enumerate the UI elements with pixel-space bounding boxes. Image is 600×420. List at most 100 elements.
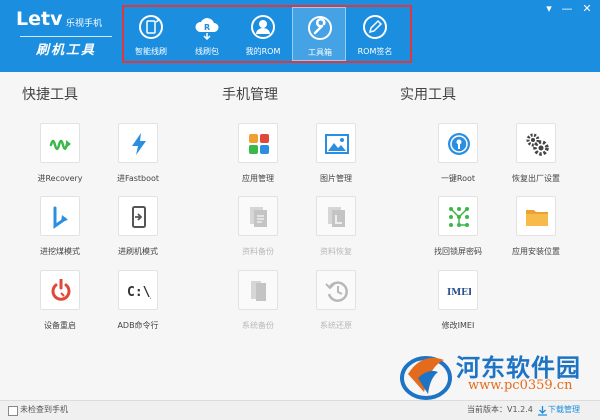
download-icon	[538, 406, 547, 416]
section-title-phone: 手机管理	[222, 87, 278, 103]
menu-button[interactable]: ▾	[541, 3, 557, 15]
tool-install-location[interactable]: 应用安装位置	[496, 196, 576, 270]
tool-icon-box	[238, 270, 278, 310]
tool-icon-box	[516, 196, 556, 236]
phone-status-label: 未检查到手机	[20, 405, 68, 414]
tool-app-management[interactable]: 应用管理	[218, 123, 298, 197]
tool-icon-box	[118, 196, 158, 236]
tool-modify-imei[interactable]: IMEI 修改IMEI	[418, 270, 498, 344]
nav-label: ROM签名	[357, 47, 393, 56]
tool-data-restore[interactable]: 资料恢复	[296, 196, 376, 270]
image-icon	[325, 134, 349, 154]
tool-label: 应用安装位置	[512, 247, 560, 256]
system-restore-icon	[325, 281, 348, 302]
tool-label: 应用管理	[242, 174, 274, 183]
wrench-icon	[308, 16, 332, 40]
user-icon	[251, 15, 275, 39]
root-lock-icon	[448, 133, 470, 155]
tool-label: 系统备份	[242, 321, 274, 330]
tool-recovery[interactable]: 进Recovery	[20, 123, 100, 197]
nav-label: 智能线刷	[135, 47, 167, 56]
tool-label: 找回锁屏密码	[434, 247, 482, 256]
nav-flash-package[interactable]: R 线刷包	[180, 7, 234, 61]
flash-mode-icon	[132, 206, 146, 228]
apps-icon	[249, 134, 269, 154]
nav-rom-sign[interactable]: ROM签名	[348, 7, 402, 61]
app-header: Letv 乐视手机 刷机工具 智能线刷 R 线刷包 我的ROM 工具箱 ROM签…	[0, 0, 600, 72]
tool-label: 进Fastboot	[116, 174, 160, 183]
main-nav: 智能线刷 R 线刷包 我的ROM 工具箱 ROM签名	[122, 5, 412, 63]
tool-label: ADB命令行	[117, 321, 159, 330]
tool-label: 进Recovery	[37, 174, 83, 183]
imei-icon-text: IMEI	[447, 288, 471, 298]
version-label: 当前版本：V1.2.4	[467, 405, 533, 414]
tool-label: 系统还原	[320, 321, 352, 330]
tool-icon-box	[118, 123, 158, 163]
tool-icon-box: C:\_	[118, 270, 158, 310]
nav-label: 线刷包	[195, 47, 219, 56]
tool-adb-command[interactable]: C:\_ ADB命令行	[98, 270, 178, 344]
pen-icon	[363, 15, 387, 39]
cloud-download-icon: R	[195, 18, 219, 40]
nav-label: 我的ROM	[245, 47, 281, 56]
tool-icon-box: IMEI	[438, 270, 478, 310]
nav-smart-flash[interactable]: 智能线刷	[124, 7, 178, 61]
tool-recover-lock-password[interactable]: 找回锁屏密码	[418, 196, 498, 270]
tool-one-click-root[interactable]: 一键Root	[418, 123, 498, 197]
tool-reboot[interactable]: 设备重启	[20, 270, 100, 344]
section-title-utility: 实用工具	[400, 87, 456, 103]
imei-icon: IMEI	[447, 288, 471, 298]
restore-file-icon	[328, 207, 345, 227]
tool-label: 设备重启	[44, 321, 76, 330]
minimize-button[interactable]: —	[559, 3, 575, 15]
folder-icon	[526, 210, 548, 226]
nav-my-rom[interactable]: 我的ROM	[236, 7, 290, 61]
tool-photo-management[interactable]: 图片管理	[296, 123, 376, 197]
download-manager-link[interactable]: 下载管理	[548, 404, 580, 415]
tool-icon-box	[238, 196, 278, 236]
tool-icon-box	[40, 123, 80, 163]
section-title-quick: 快捷工具	[22, 87, 78, 103]
tool-icon-box	[316, 123, 356, 163]
tool-label: 恢复出厂设置	[512, 174, 560, 183]
tool-icon-box	[40, 196, 80, 236]
gears-icon	[526, 133, 549, 156]
tool-icon-box	[40, 270, 80, 310]
recovery-icon	[49, 139, 71, 151]
brand-name: Letv	[16, 8, 63, 30]
product-name: 刷机工具	[36, 43, 97, 58]
tool-label: 一键Root	[440, 174, 476, 183]
backup-icon	[250, 207, 267, 227]
tool-download-mode[interactable]: 进挖煤模式	[20, 196, 100, 270]
tool-icon-box	[316, 270, 356, 310]
watermark-url: www.pc0359.cn	[468, 378, 573, 393]
phone-status-checkbox[interactable]	[8, 406, 18, 416]
tool-data-backup[interactable]: 资料备份	[218, 196, 298, 270]
nav-toolbox[interactable]: 工具箱	[292, 7, 346, 61]
download-mode-icon	[53, 206, 68, 229]
svg-text:R: R	[204, 23, 210, 32]
tool-system-backup[interactable]: 系统备份	[218, 270, 298, 344]
tool-factory-reset[interactable]: 恢复出厂设置	[496, 123, 576, 197]
tool-label: 资料恢复	[320, 247, 352, 256]
tool-icon-box	[438, 123, 478, 163]
app-logo: Letv 乐视手机 刷机工具	[16, 8, 112, 58]
tool-label: 进刷机模式	[118, 247, 158, 256]
tool-icon-box	[238, 123, 278, 163]
tool-icon-box	[438, 196, 478, 236]
pattern-lock-icon	[449, 207, 469, 227]
system-backup-icon	[251, 281, 266, 301]
tool-icon-box	[316, 196, 356, 236]
tool-label: 修改IMEI	[441, 321, 475, 330]
phone-refresh-icon	[139, 15, 163, 39]
close-button[interactable]: ✕	[579, 3, 595, 15]
tool-fastboot[interactable]: 进Fastboot	[98, 123, 178, 197]
tool-system-restore[interactable]: 系统还原	[296, 270, 376, 344]
brand-subtitle: 乐视手机	[66, 19, 103, 29]
logo-divider	[20, 36, 112, 37]
tool-label: 图片管理	[320, 174, 352, 183]
lightning-icon	[132, 133, 146, 155]
tool-flash-mode[interactable]: 进刷机模式	[98, 196, 178, 270]
terminal-icon-text: C:\_	[127, 285, 151, 300]
tool-icon-box	[516, 123, 556, 163]
